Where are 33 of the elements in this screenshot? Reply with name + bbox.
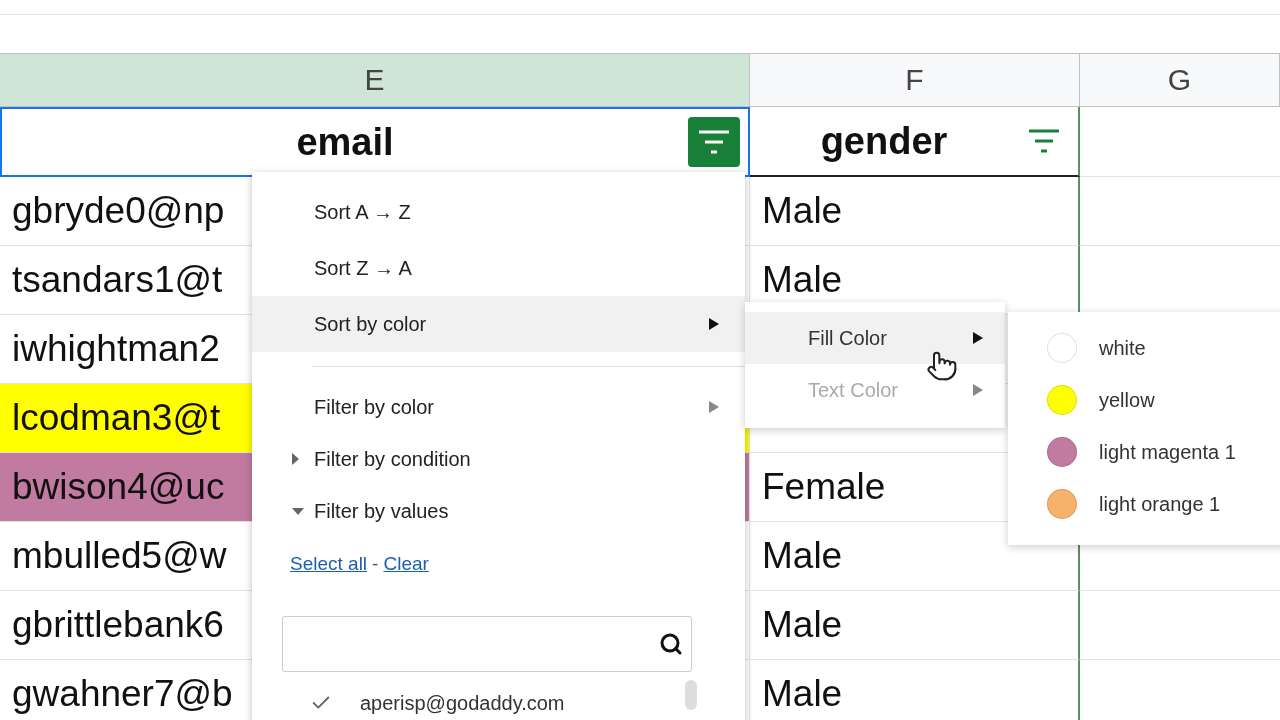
submenu-arrow-icon bbox=[973, 384, 983, 396]
search-field[interactable] bbox=[282, 616, 692, 672]
hand-cursor-icon bbox=[926, 350, 958, 382]
gender-cell: Male bbox=[750, 177, 1080, 246]
menu-item[interactable]: Sort A → Z bbox=[252, 184, 745, 240]
filter-icon bbox=[697, 129, 731, 155]
submenu-arrow-icon bbox=[973, 332, 983, 344]
submenu-arrow-icon bbox=[709, 401, 719, 413]
color-option[interactable]: yellow bbox=[1008, 374, 1280, 426]
submenu-arrow-icon bbox=[709, 318, 719, 330]
search-icon bbox=[659, 632, 683, 656]
value-item[interactable]: aperisp@godaddy.com bbox=[252, 680, 745, 720]
submenu-item[interactable]: Fill Color bbox=[745, 312, 1005, 364]
header-label: gender bbox=[819, 119, 949, 163]
color-label: light magenta 1 bbox=[1099, 440, 1236, 464]
column-header[interactable]: F bbox=[750, 54, 1080, 107]
header-label: email bbox=[295, 120, 395, 164]
color-label: white bbox=[1099, 336, 1146, 360]
column-header[interactable]: E bbox=[0, 54, 750, 107]
menu-item[interactable]: Filter by color bbox=[252, 381, 745, 433]
color-label: light orange 1 bbox=[1099, 492, 1221, 516]
color-label: yellow bbox=[1099, 388, 1155, 412]
menu-item[interactable]: Sort by color bbox=[252, 296, 745, 352]
column-header[interactable]: G bbox=[1080, 54, 1280, 107]
color-option[interactable]: white bbox=[1008, 322, 1280, 374]
gender-cell: Male bbox=[750, 591, 1080, 660]
clear-link[interactable]: Clear bbox=[383, 553, 429, 575]
filter-button[interactable] bbox=[688, 117, 740, 167]
scrollbar-thumb[interactable] bbox=[685, 680, 697, 710]
select-all-link[interactable]: Select all bbox=[290, 553, 368, 575]
link-separator: - bbox=[372, 553, 379, 575]
value-label: aperisp@godaddy.com bbox=[360, 691, 565, 715]
filter-icon bbox=[1027, 128, 1061, 154]
